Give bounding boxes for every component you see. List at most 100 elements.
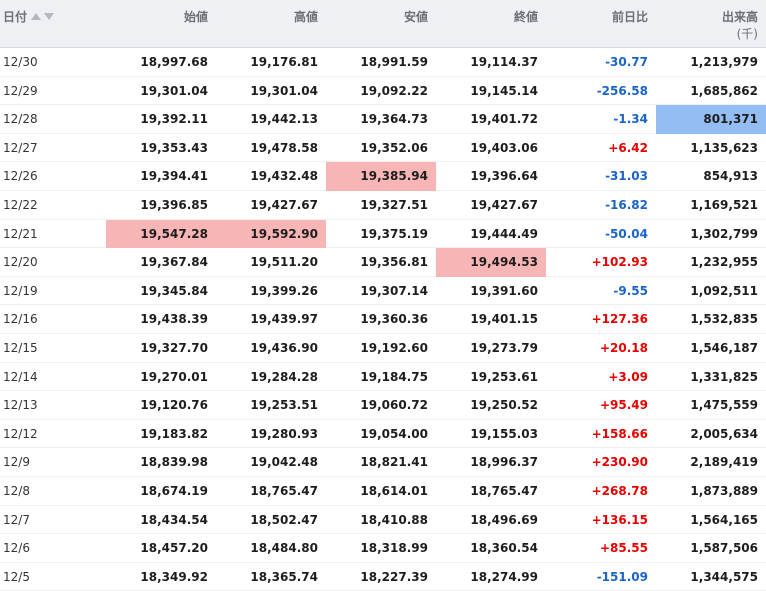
cell-close: 19,391.60 — [470, 283, 538, 298]
cell-open: 19,396.85 — [140, 197, 208, 212]
header-high: 高値 — [293, 10, 318, 24]
cell-change: +3.09 — [608, 369, 648, 384]
cell-low: 19,352.06 — [360, 140, 428, 155]
cell-close: 19,145.14 — [470, 83, 538, 98]
cell-close: 19,396.64 — [470, 169, 538, 184]
header-volume: 出来高 (千) — [656, 0, 766, 47]
cell-close: 19,114.37 — [470, 55, 538, 69]
cell-open: 19,367.84 — [140, 255, 208, 270]
table-row: 12/8 18,674.19 18,765.47 18,614.01 18,765.47… — [0, 477, 766, 506]
header-close: 終値 — [513, 10, 538, 24]
cell-open: 18,349.92 — [140, 569, 208, 584]
header-date-label: 日付 — [3, 10, 28, 24]
cell-date: 12/15 — [3, 340, 38, 355]
cell-change: -50.04 — [605, 226, 648, 241]
cell-date: 12/26 — [3, 169, 38, 184]
cell-date: 12/9 — [3, 455, 30, 470]
cell-open: 19,392.11 — [140, 112, 208, 127]
cell-volume: 1,169,521 — [690, 197, 758, 212]
cell-low: 19,184.75 — [360, 369, 428, 384]
cell-date: 12/22 — [3, 197, 38, 212]
cell-close: 18,996.37 — [470, 455, 538, 470]
cell-change: -16.82 — [605, 197, 648, 212]
cell-date: 12/8 — [3, 483, 30, 498]
cell-high: 19,427.67 — [250, 197, 318, 212]
cell-low: 19,327.51 — [360, 197, 428, 212]
cell-change: -151.09 — [596, 569, 648, 584]
cell-volume: 1,331,825 — [690, 369, 758, 384]
cell-close: 19,273.79 — [470, 340, 538, 355]
cell-open: 18,997.68 — [140, 55, 208, 69]
cell-low: 19,192.60 — [360, 340, 428, 355]
cell-close: 18,496.69 — [470, 512, 538, 527]
cell-high: 18,365.74 — [250, 569, 318, 584]
header-date[interactable]: 日付 — [0, 0, 106, 47]
cell-open: 18,434.54 — [140, 512, 208, 527]
cell-open: 19,345.84 — [140, 283, 208, 298]
cell-high: 19,253.51 — [250, 398, 318, 413]
sort-ascending-icon[interactable] — [31, 13, 42, 20]
cell-high: 19,592.90 — [216, 219, 326, 249]
table-row: 12/13 19,120.76 19,253.51 19,060.72 19,250.5… — [0, 391, 766, 420]
sort-descending-icon[interactable] — [44, 13, 55, 20]
table-row: 12/7 18,434.54 18,502.47 18,410.88 18,496.69… — [0, 506, 766, 535]
table-row: 12/30 18,997.68 19,176.81 18,991.59 19,114.3… — [0, 48, 766, 77]
table-row: 12/27 19,353.43 19,478.58 19,352.06 19,403.0… — [0, 134, 766, 163]
cell-low: 18,318.99 — [360, 541, 428, 556]
header-open: 始値 — [183, 10, 208, 24]
cell-date: 12/6 — [3, 541, 30, 556]
table-row: 12/12 19,183.82 19,280.93 19,054.00 19,155.0… — [0, 420, 766, 449]
cell-high: 19,280.93 — [250, 426, 318, 441]
cell-open: 19,353.43 — [140, 140, 208, 155]
cell-volume: 1,873,889 — [690, 483, 758, 498]
table-body: 12/30 18,997.68 19,176.81 18,991.59 19,114.3… — [0, 48, 766, 591]
cell-change: -1.34 — [613, 112, 648, 127]
table-row: 12/19 19,345.84 19,399.26 19,307.14 19,391.6… — [0, 277, 766, 306]
cell-close: 19,444.49 — [470, 226, 538, 241]
cell-volume: 1,092,511 — [690, 283, 758, 298]
cell-volume: 2,005,634 — [690, 426, 758, 441]
cell-volume: 1,475,559 — [690, 398, 758, 413]
cell-open: 19,120.76 — [140, 398, 208, 413]
cell-low: 19,356.81 — [360, 255, 428, 270]
cell-change: +158.66 — [591, 426, 648, 441]
cell-close: 19,253.61 — [470, 369, 538, 384]
cell-date: 12/29 — [3, 83, 38, 98]
cell-change: +136.15 — [591, 512, 648, 527]
header-low: 安値 — [403, 10, 428, 24]
cell-change: -31.03 — [605, 169, 648, 184]
cell-date: 12/27 — [3, 140, 38, 155]
cell-change: +6.42 — [608, 140, 648, 155]
cell-low: 19,360.36 — [360, 312, 428, 327]
cell-volume: 1,135,623 — [690, 140, 758, 155]
table-row: 12/20 19,367.84 19,511.20 19,356.81 19,494.5… — [0, 248, 766, 277]
cell-open: 19,327.70 — [140, 340, 208, 355]
cell-high: 19,284.28 — [250, 369, 318, 384]
cell-close: 18,360.54 — [470, 541, 538, 556]
table-row: 12/16 19,438.39 19,439.97 19,360.36 19,401.1… — [0, 305, 766, 334]
cell-volume: 1,564,165 — [690, 512, 758, 527]
cell-change: +20.18 — [599, 340, 648, 355]
cell-close: 19,401.72 — [470, 112, 538, 127]
cell-open: 18,839.98 — [140, 455, 208, 470]
cell-volume: 1,685,862 — [690, 83, 758, 98]
cell-low: 18,410.88 — [360, 512, 428, 527]
cell-low: 19,092.22 — [360, 83, 428, 98]
cell-low: 19,307.14 — [360, 283, 428, 298]
header-change: 前日比 — [611, 10, 648, 24]
cell-change: +85.55 — [599, 541, 648, 556]
cell-open: 18,674.19 — [140, 483, 208, 498]
cell-date: 12/12 — [3, 426, 38, 441]
cell-low: 18,614.01 — [360, 483, 428, 498]
cell-change: -30.77 — [605, 55, 648, 69]
cell-close: 19,155.03 — [470, 426, 538, 441]
cell-change: -9.55 — [613, 283, 648, 298]
cell-close: 18,765.47 — [470, 483, 538, 498]
cell-change: +102.93 — [591, 255, 648, 270]
cell-close: 19,494.53 — [436, 248, 546, 277]
cell-change: +127.36 — [591, 312, 648, 327]
table-row: 12/22 19,396.85 19,427.67 19,327.51 19,427.6… — [0, 191, 766, 220]
cell-high: 19,511.20 — [250, 255, 318, 270]
cell-date: 12/16 — [3, 312, 38, 327]
cell-date: 12/21 — [3, 226, 38, 241]
